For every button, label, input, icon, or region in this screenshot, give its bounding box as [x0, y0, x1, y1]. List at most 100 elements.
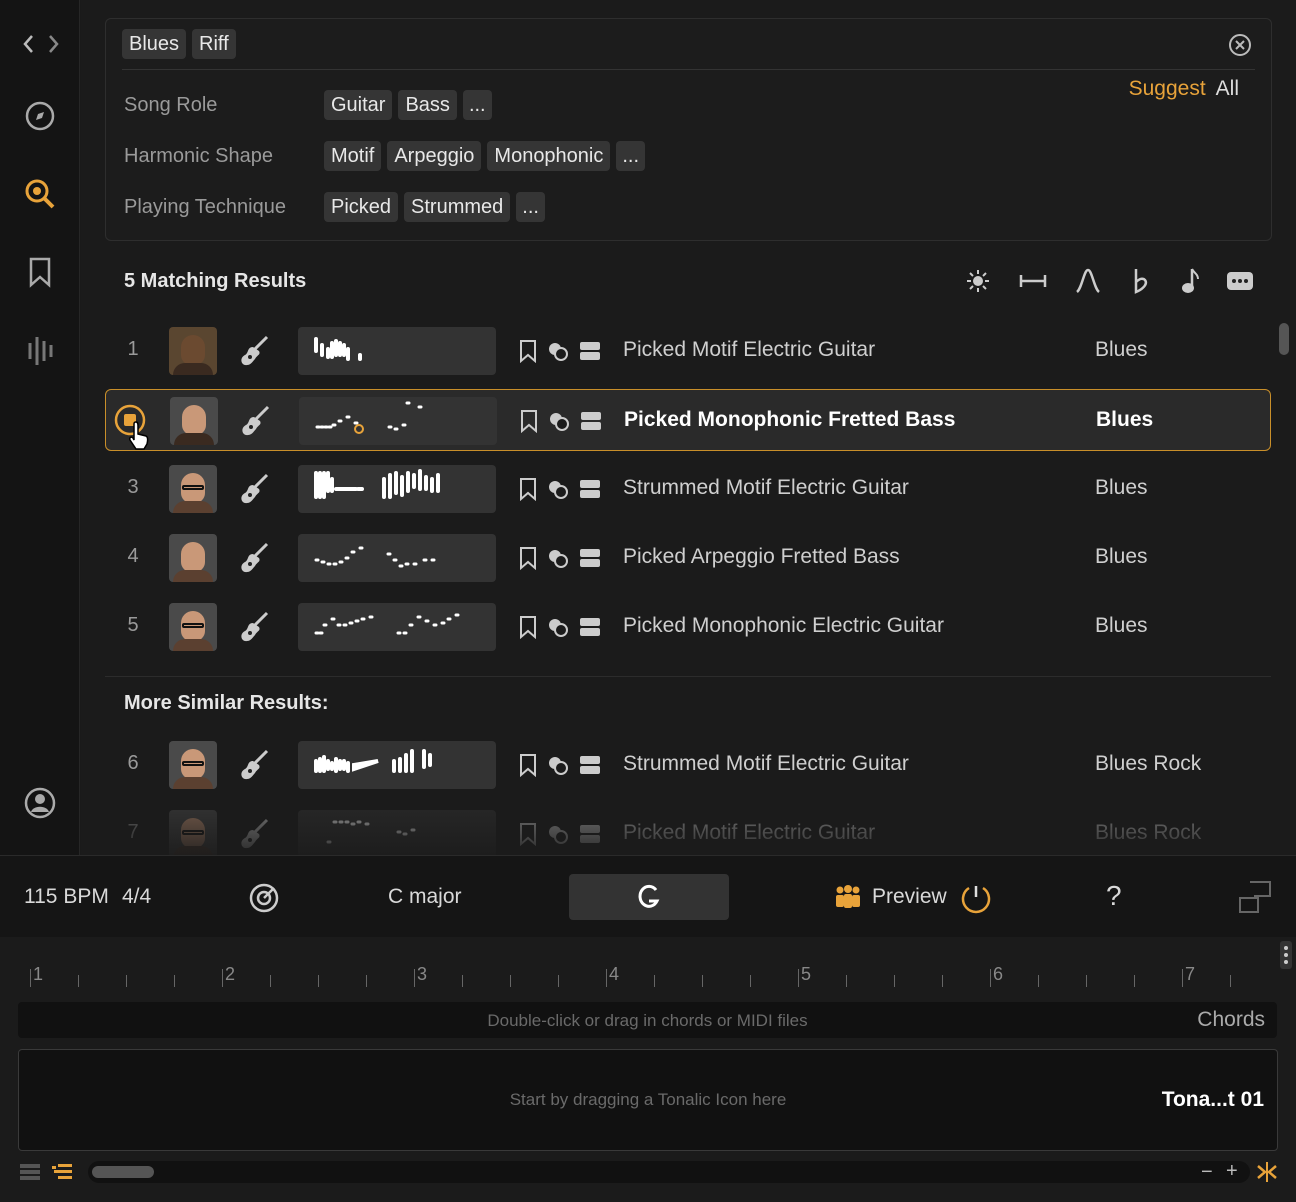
- result-genre: Blues Rock: [1095, 752, 1202, 775]
- guitar-icon: [237, 333, 273, 369]
- row-number: 3: [127, 476, 139, 498]
- facet-chip[interactable]: Guitar: [324, 90, 393, 120]
- list-view-icon[interactable]: [20, 1163, 40, 1186]
- similar-icon[interactable]: [546, 753, 570, 777]
- more-options-icon[interactable]: [1225, 266, 1255, 296]
- similar-icon[interactable]: [546, 615, 570, 639]
- mixer-icon[interactable]: [20, 330, 60, 370]
- more-chip[interactable]: ...: [616, 141, 646, 171]
- ruler-tick: [606, 969, 607, 987]
- length-icon[interactable]: [1018, 266, 1048, 296]
- bar-number: 6: [993, 964, 1004, 984]
- ruler-tick: [1230, 975, 1231, 987]
- facet-chip[interactable]: Picked: [324, 192, 399, 222]
- result-row[interactable]: 1 Picked Motif Electric Guitar Blues: [105, 320, 1271, 382]
- add-to-track-icon[interactable]: [579, 409, 603, 433]
- key-display[interactable]: C major: [388, 885, 462, 909]
- search-tag[interactable]: Riff: [192, 29, 236, 59]
- flat-icon[interactable]: [1126, 266, 1156, 296]
- track-name[interactable]: Tona...t 01: [1162, 1088, 1264, 1112]
- scroll-thumb[interactable]: [92, 1166, 154, 1178]
- panel-menu-icon[interactable]: [1280, 941, 1292, 974]
- dynamics-icon[interactable]: [1073, 266, 1103, 296]
- tempo-display[interactable]: 115 BPM: [24, 885, 109, 909]
- suggest-tab[interactable]: Suggest: [1129, 77, 1206, 100]
- preview-button[interactable]: Preview: [872, 885, 947, 909]
- facet-chip[interactable]: Monophonic: [487, 141, 611, 171]
- facet-chip[interactable]: Bass: [398, 90, 457, 120]
- results-scrollbar[interactable]: [1279, 323, 1289, 355]
- bookmark-icon[interactable]: [518, 546, 538, 570]
- add-to-track-icon[interactable]: [578, 477, 602, 501]
- pattern-preview[interactable]: [298, 534, 496, 582]
- add-to-track-icon[interactable]: [578, 339, 602, 363]
- result-row[interactable]: 4 Picked Arpeggio Fretted Bass Blues: [105, 527, 1271, 589]
- facet-chip[interactable]: Strummed: [404, 192, 511, 222]
- horizontal-scrollbar[interactable]: [88, 1161, 1250, 1183]
- clear-search-icon[interactable]: [1227, 32, 1253, 63]
- zoom-in-button[interactable]: +: [1226, 1160, 1238, 1183]
- facet-label: Playing Technique: [124, 195, 286, 218]
- row-actions: [518, 615, 602, 639]
- bookmark-icon[interactable]: [20, 252, 60, 292]
- facet-chip[interactable]: Motif: [324, 141, 382, 171]
- bookmark-icon[interactable]: [518, 339, 538, 363]
- facet-chip[interactable]: Arpeggio: [387, 141, 482, 171]
- generate-button[interactable]: [569, 874, 729, 920]
- similar-icon[interactable]: [547, 409, 571, 433]
- similar-icon[interactable]: [546, 339, 570, 363]
- pattern-preview[interactable]: [298, 603, 496, 651]
- all-tab[interactable]: All: [1216, 77, 1239, 100]
- more-chip[interactable]: ...: [516, 192, 545, 222]
- artist-avatar: [170, 397, 218, 445]
- meter-display[interactable]: 4/4: [122, 885, 151, 909]
- bookmark-icon[interactable]: [519, 409, 539, 433]
- note-icon[interactable]: [1175, 266, 1205, 296]
- pattern-preview[interactable]: [298, 465, 496, 513]
- guitar-icon: [238, 403, 274, 439]
- transport-bar: 115 BPM 4/4 C major Preview ?: [0, 855, 1296, 937]
- chord-lane[interactable]: Double-click or drag in chords or MIDI f…: [18, 1002, 1277, 1038]
- artist-avatar: [169, 741, 217, 789]
- brightness-icon[interactable]: [963, 266, 993, 296]
- tuner-icon[interactable]: [248, 882, 280, 919]
- artist-avatar: [169, 465, 217, 513]
- result-row[interactable]: 6 Strummed Motif Electric Guitar Blues R…: [105, 734, 1271, 796]
- similar-icon[interactable]: [546, 477, 570, 501]
- add-to-track-icon[interactable]: [578, 753, 602, 777]
- timer-icon[interactable]: [960, 883, 992, 920]
- help-button[interactable]: ?: [1106, 880, 1122, 912]
- back-forward-icon[interactable]: [14, 24, 66, 64]
- result-row[interactable]: Picked Monophonic Fretted Bass Blues: [105, 389, 1271, 451]
- search-tag[interactable]: Blues: [122, 29, 187, 59]
- pattern-preview[interactable]: [299, 397, 497, 445]
- tracks-view-icon[interactable]: [52, 1163, 74, 1186]
- add-to-track-icon[interactable]: [578, 546, 602, 570]
- explore-icon[interactable]: [20, 96, 60, 136]
- ruler-tick: [222, 969, 223, 987]
- ruler-tick: [1038, 975, 1039, 987]
- ruler-tick: [318, 975, 319, 987]
- bookmark-icon[interactable]: [518, 615, 538, 639]
- ruler-tick: [798, 969, 799, 987]
- fit-zoom-icon[interactable]: [1256, 1162, 1278, 1187]
- similar-icon[interactable]: [546, 546, 570, 570]
- bookmark-icon[interactable]: [518, 753, 538, 777]
- result-genre: Blues: [1095, 338, 1148, 361]
- more-chip[interactable]: ...: [462, 90, 492, 120]
- track-lane[interactable]: Start by dragging a Tonalic Icon here To…: [18, 1049, 1278, 1151]
- pattern-preview[interactable]: [298, 741, 496, 789]
- pattern-preview[interactable]: [298, 327, 496, 375]
- add-to-track-icon[interactable]: [578, 615, 602, 639]
- search-icon[interactable]: [20, 174, 60, 214]
- result-row[interactable]: 5 Picked Monophonic Electric Guitar Blue…: [105, 596, 1271, 658]
- chord-lane-hint: Double-click or drag in chords or MIDI f…: [487, 1011, 808, 1030]
- zoom-out-button[interactable]: −: [1201, 1161, 1213, 1184]
- search-tags: Blues Riff: [122, 29, 242, 59]
- account-icon[interactable]: [20, 783, 60, 823]
- result-row[interactable]: 3 Strummed Motif Electric Guitar Blues: [105, 458, 1271, 520]
- bar-ruler[interactable]: 1 2 3 4 5 6 7: [0, 959, 1280, 995]
- bookmark-icon[interactable]: [518, 477, 538, 501]
- detach-window-icon[interactable]: [1236, 878, 1274, 921]
- result-genre: Blues: [1096, 408, 1154, 431]
